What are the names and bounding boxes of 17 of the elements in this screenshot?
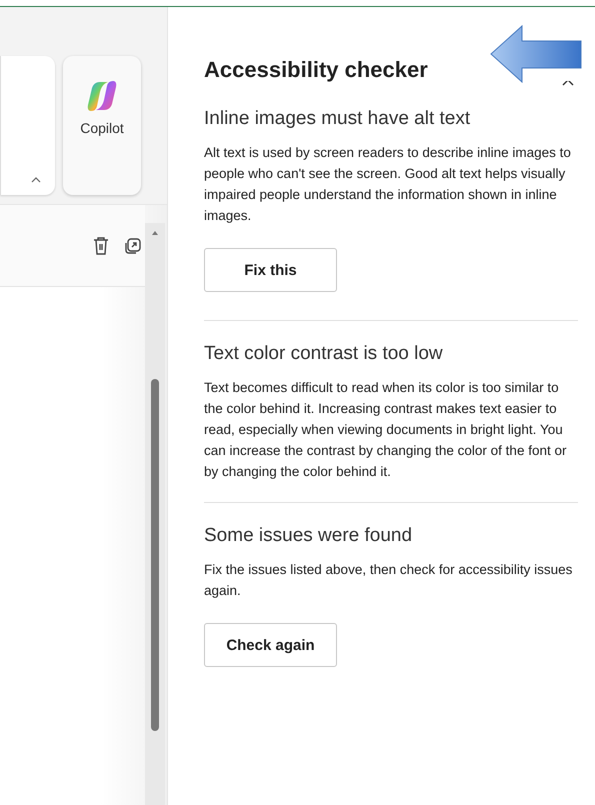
issue-description: Fix the issues listed above, then check for accessibility issues again. — [204, 561, 574, 600]
scroll-thumb[interactable] — [151, 379, 159, 731]
issue-heading: Text color contrast is too low — [204, 343, 444, 365]
delete-icon[interactable] — [92, 236, 110, 256]
issue-description: Alt text is used by screen readers to describe inline images to people who can't see the screen. Good alt text helps visually impaired people understand the information shown in inline images. — [204, 144, 572, 225]
copilot-button[interactable]: Copilot — [63, 56, 141, 195]
panel-title: Accessibility checker — [204, 56, 428, 82]
collapse-caret-icon[interactable] — [31, 177, 41, 183]
action-button[interactable]: Fix this — [204, 248, 337, 292]
action-button[interactable]: Check again — [204, 623, 337, 667]
issue-description: Text becomes difficult to read when its color is too similar to the color behind it. Increasing contrast makes text easier to read, especially when viewing documents in bright light. You can increase the contrast by changing the color of the font or by changing the color behind it. — [204, 379, 568, 481]
scroll-up-icon[interactable] — [152, 231, 158, 235]
pop-out-icon[interactable] — [124, 236, 142, 254]
issue-heading: Inline images must have alt text — [204, 108, 472, 130]
scrollbar[interactable] — [145, 223, 165, 805]
issue-heading: Some issues were found — [204, 525, 414, 547]
close-icon[interactable] — [562, 81, 574, 86]
